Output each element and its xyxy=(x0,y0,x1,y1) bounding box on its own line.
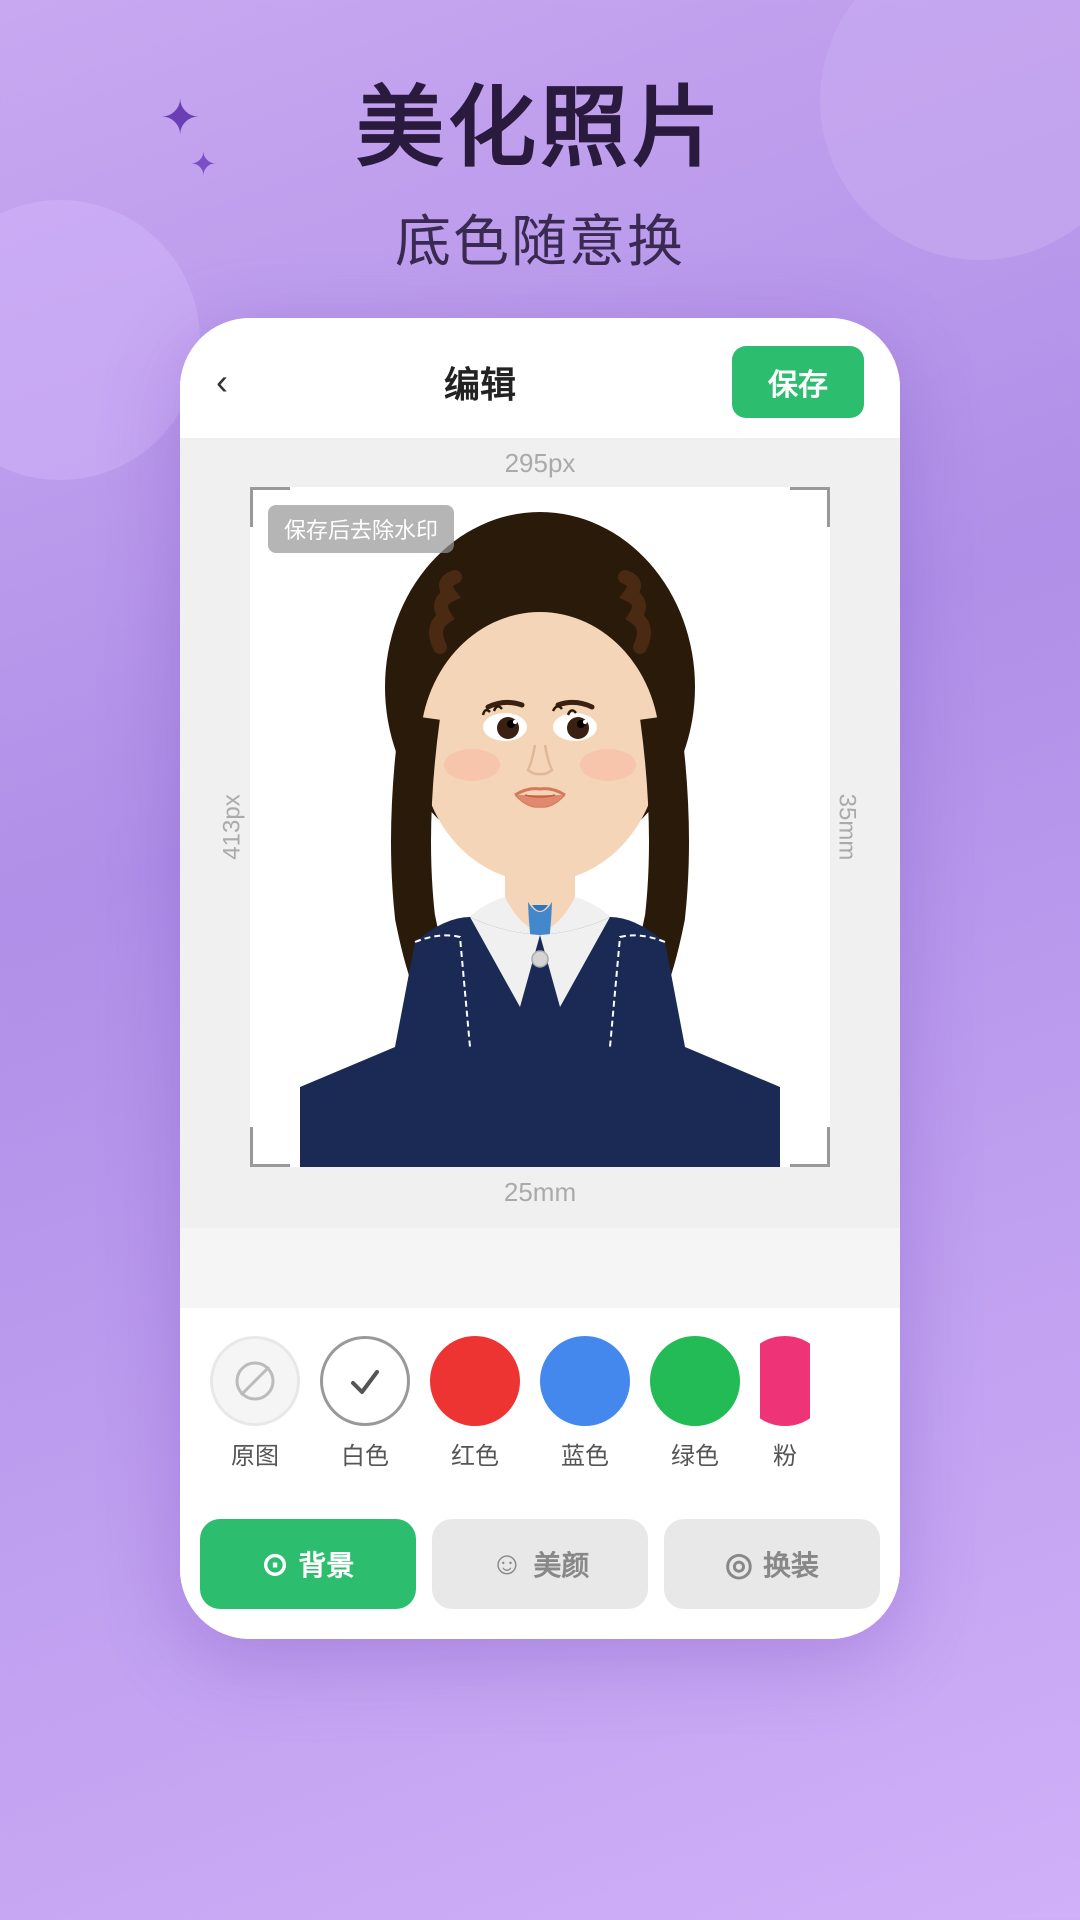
corner-tr xyxy=(790,487,830,527)
header-area: ✦ ✦ 美化照片 底色随意换 xyxy=(0,0,1080,318)
corner-bl xyxy=(250,1127,290,1167)
color-circle-blue xyxy=(540,1336,630,1426)
color-label-red: 红色 xyxy=(451,1436,499,1471)
spacer xyxy=(180,1228,900,1308)
dimension-right-label: 35mm xyxy=(833,793,861,860)
app-topbar: ‹ 编辑 保存 xyxy=(180,318,900,438)
beauty-tool-button[interactable]: ☺ 美颜 xyxy=(432,1519,648,1609)
dimension-top-label: 295px xyxy=(505,448,576,479)
color-label-original: 原图 xyxy=(231,1436,279,1471)
color-option-blue[interactable]: 蓝色 xyxy=(540,1336,630,1471)
color-circle-red xyxy=(430,1336,520,1426)
photo-editing-area: 295px 413px 35mm 保存后去除水印 xyxy=(180,438,900,1228)
color-label-green: 绿色 xyxy=(671,1436,719,1471)
sparkle-icon-left2: ✦ xyxy=(190,145,217,183)
phone-inner: ‹ 编辑 保存 295px 413px 35mm 保存后去除水印 xyxy=(180,318,900,1639)
person-illustration xyxy=(250,487,830,1167)
beauty-icon: ☺ xyxy=(491,1545,524,1582)
watermark-badge: 保存后去除水印 xyxy=(268,505,454,553)
outfit-icon: ◎ xyxy=(725,1545,753,1583)
color-option-white[interactable]: 白色 xyxy=(320,1336,410,1471)
color-label-white: 白色 xyxy=(341,1436,389,1471)
background-icon: ⊙ xyxy=(262,1545,289,1583)
tool-buttons-row: ⊙ 背景 ☺ 美颜 ◎ 换装 xyxy=(180,1499,900,1639)
person-photo xyxy=(250,487,830,1167)
dimension-left-label: 413px xyxy=(219,794,247,859)
color-options-list: 原图 白色 红色 xyxy=(210,1336,870,1479)
color-circle-original xyxy=(210,1336,300,1426)
outfit-tool-button[interactable]: ◎ 换装 xyxy=(664,1519,880,1609)
outfit-tool-label: 换装 xyxy=(763,1544,819,1584)
beauty-tool-label: 美颜 xyxy=(533,1544,589,1584)
photo-frame: 保存后去除水印 xyxy=(250,487,830,1167)
phone-mockup: ‹ 编辑 保存 295px 413px 35mm 保存后去除水印 xyxy=(180,318,900,1639)
check-icon xyxy=(343,1359,387,1403)
color-option-pink[interactable]: 粉 xyxy=(760,1336,810,1471)
color-circle-white xyxy=(320,1336,410,1426)
sub-title: 底色随意换 xyxy=(0,197,1080,278)
color-circle-pink xyxy=(760,1336,810,1426)
sparkle-icon-left: ✦ xyxy=(160,90,200,146)
background-tool-button[interactable]: ⊙ 背景 xyxy=(200,1519,416,1609)
color-option-red[interactable]: 红色 xyxy=(430,1336,520,1471)
ban-icon xyxy=(233,1359,277,1403)
photo-frame-wrapper: 413px 35mm 保存后去除水印 xyxy=(250,487,830,1167)
color-label-pink: 粉 xyxy=(773,1436,797,1471)
color-label-blue: 蓝色 xyxy=(561,1436,609,1471)
topbar-title: 编辑 xyxy=(444,356,516,408)
dimension-bottom-label: 25mm xyxy=(504,1177,576,1208)
background-tool-label: 背景 xyxy=(298,1544,354,1584)
color-circle-green xyxy=(650,1336,740,1426)
corner-br xyxy=(790,1127,830,1167)
back-button[interactable]: ‹ xyxy=(216,361,228,403)
color-picker-section: 原图 白色 红色 xyxy=(180,1308,900,1499)
color-option-original[interactable]: 原图 xyxy=(210,1336,300,1471)
color-option-green[interactable]: 绿色 xyxy=(650,1336,740,1471)
save-button[interactable]: 保存 xyxy=(732,346,864,418)
